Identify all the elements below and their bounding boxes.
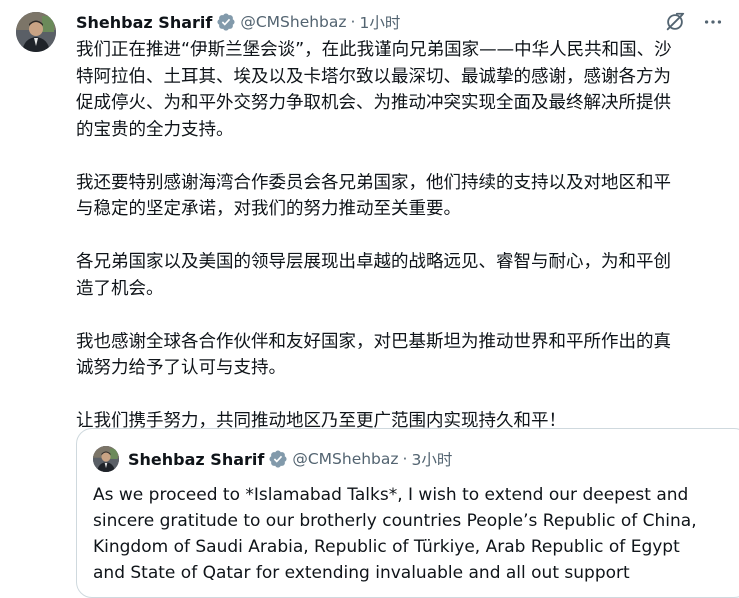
- quoted-text: As we proceed to *Islamabad Talks*, I wi…: [93, 482, 723, 586]
- separator-dot: ·: [350, 13, 356, 31]
- tweet-header: Shehbaz Sharif @CMShehbaz · 1小时: [76, 10, 400, 34]
- tweet-line: 造了机会。: [76, 278, 164, 299]
- tweet-paragraph: 我们正在推进“伊斯兰堡会谈”，在此我谨向兄弟国家——中华人民共和国、沙 特阿拉伯…: [76, 37, 726, 143]
- tweet-line: 诚努力给予了认可与支持。: [76, 358, 286, 378]
- avatar[interactable]: [16, 12, 56, 52]
- quoted-avatar[interactable]: [93, 446, 119, 472]
- tweet-line: 特阿拉伯、土耳其、埃及以及卡塔尔致以最深切、最诚挚的感谢，感谢各方为: [76, 66, 671, 87]
- quoted-header: Shehbaz Sharif @CMShehbaz · 3小时: [128, 447, 452, 471]
- tweet-line: 我们正在推进“伊斯兰堡会谈”，在此我谨向兄弟国家——中华人民共和国、沙: [76, 40, 672, 60]
- tweet-line: 我也感谢全球各合作伙伴和友好国家，对巴基斯坦为推动世界和平所作出的真: [76, 331, 671, 352]
- avatar-image: [16, 12, 56, 52]
- quoted-author-handle[interactable]: @CMShehbaz: [292, 450, 398, 468]
- tweet-line: 我还要特别感谢海湾合作委员会各兄弟国家，他们持续的支持以及对地区和平: [76, 172, 671, 193]
- tweet[interactable]: Shehbaz Sharif @CMShehbaz · 1小时 我们正在推进“伊…: [0, 0, 739, 598]
- quoted-tweet[interactable]: Shehbaz Sharif @CMShehbaz · 3小时 As we pr…: [76, 428, 739, 598]
- separator-dot: ·: [402, 450, 408, 468]
- quoted-timestamp[interactable]: 3小时: [411, 448, 452, 470]
- quoted-author-name[interactable]: Shehbaz Sharif: [128, 450, 264, 469]
- quoted-line: and State of Qatar for extending invalua…: [93, 563, 630, 583]
- author-handle[interactable]: @CMShehbaz: [240, 13, 346, 31]
- quoted-line: sincere gratitude to our brotherly count…: [93, 511, 697, 531]
- quoted-avatar-image: [93, 446, 119, 472]
- verified-badge-icon[interactable]: [216, 12, 236, 32]
- tweet-line: 促成停火、为和平外交努力争取机会、为推动冲突实现全面及最终解决所提供: [76, 93, 671, 113]
- more-icon[interactable]: [701, 10, 725, 34]
- verified-badge-icon[interactable]: [268, 449, 288, 469]
- tweet-text: 我们正在推进“伊斯兰堡会谈”，在此我谨向兄弟国家——中华人民共和国、沙 特阿拉伯…: [76, 37, 726, 435]
- author-name[interactable]: Shehbaz Sharif: [76, 13, 212, 32]
- tweet-line: 各兄弟国家以及美国的领导层展现出卓越的战略远见、睿智与耐心，为和平创: [76, 252, 671, 272]
- tweet-line: 与稳定的坚定承诺，对我们的努力推动至关重要。: [76, 199, 461, 219]
- grok-icon[interactable]: [663, 10, 687, 34]
- tweet-actions: [663, 10, 725, 34]
- tweet-paragraph: 各兄弟国家以及美国的领导层展现出卓越的战略远见、睿智与耐心，为和平创 造了机会。: [76, 249, 726, 302]
- quoted-line: Kingdom of Saudi Arabia, Republic of Tür…: [93, 537, 680, 557]
- tweet-paragraph: 我还要特别感谢海湾合作委员会各兄弟国家，他们持续的支持以及对地区和平 与稳定的坚…: [76, 170, 726, 223]
- tweet-paragraph: 我也感谢全球各合作伙伴和友好国家，对巴基斯坦为推动世界和平所作出的真 诚努力给予…: [76, 329, 726, 382]
- quoted-line: As we proceed to *Islamabad Talks*, I wi…: [93, 485, 689, 505]
- tweet-line: 的宝贵的全力支持。: [76, 119, 234, 140]
- timestamp[interactable]: 1小时: [359, 11, 400, 33]
